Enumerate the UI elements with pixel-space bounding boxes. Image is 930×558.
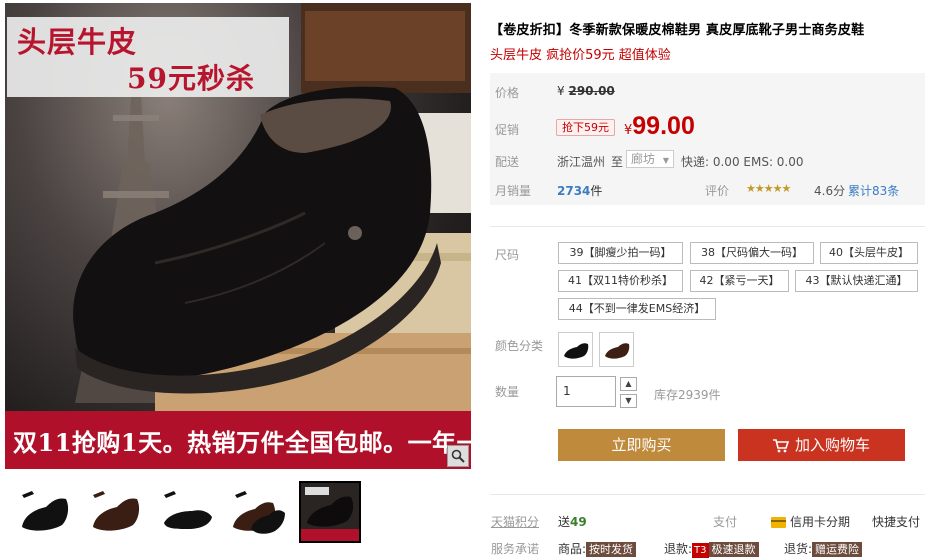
- zoom-icon[interactable]: [447, 445, 469, 467]
- service-return: 退货: 赠运费险: [784, 540, 863, 557]
- size-option-38[interactable]: 38【尺码偏大一码】: [690, 242, 814, 264]
- destination-select[interactable]: 廊坊 ▼: [626, 150, 674, 168]
- quantity-input[interactable]: 1: [556, 376, 616, 407]
- points-prefix: 送: [558, 515, 571, 529]
- credit-card-label: 信用卡分期: [790, 515, 851, 529]
- size-option-40[interactable]: 40【头层牛皮】: [820, 242, 918, 264]
- return-label: 退货:: [784, 542, 813, 556]
- shipping-from: 浙江温州: [557, 155, 606, 169]
- cart-icon: [772, 438, 789, 452]
- quantity-label: 数量: [495, 385, 520, 399]
- refund-label: 退款:: [664, 542, 693, 556]
- rating-value: 4.6分: [814, 184, 846, 198]
- product-info: 【卷皮折扣】冬季新款保暖皮棉鞋男 真皮厚底靴子男士商务皮鞋 头层牛皮 疯抢价59…: [490, 0, 930, 558]
- points-info: 送49: [558, 513, 587, 530]
- service-refund: 退款: T3 极速退款: [664, 540, 759, 558]
- price-label: 价格: [495, 86, 520, 100]
- shipping-fees: 快递: 0.00 EMS: 0.00: [681, 155, 804, 169]
- black-shoe-swatch-icon: [563, 342, 588, 359]
- refund-badge: T3: [692, 543, 709, 558]
- thumbnail-1[interactable]: [15, 481, 77, 543]
- promo-banner: 双11抢购1天。热销万件全国包邮。一年一次: [5, 411, 471, 469]
- monthly-sales-label: 月销量: [495, 184, 532, 198]
- promo-overlay: 头层牛皮 59元秒杀: [7, 17, 289, 97]
- monthly-sales-count: 2734: [557, 184, 591, 198]
- goods-label: 商品:: [558, 542, 587, 556]
- quantity-decrease-icon[interactable]: ▼: [620, 394, 637, 408]
- points-label[interactable]: 天猫积分: [491, 513, 539, 530]
- color-label: 颜色分类: [495, 339, 544, 353]
- shipping-label: 配送: [495, 155, 520, 169]
- divider: [490, 226, 925, 227]
- service-goods: 商品: 按时发货: [558, 540, 637, 557]
- thumbnail-5[interactable]: [299, 481, 361, 543]
- credit-card-installment[interactable]: 信用卡分期: [771, 513, 850, 530]
- goods-tag: 按时发货: [586, 542, 637, 557]
- color-option-brown[interactable]: [599, 332, 634, 367]
- divider: [490, 494, 925, 495]
- main-product-image[interactable]: 头层牛皮 59元秒杀 双11抢购1天。热销万件全国包邮。一年一次: [5, 3, 471, 469]
- size-option-44[interactable]: 44【不到一律发EMS经济】: [558, 298, 716, 320]
- chevron-down-icon: ▼: [662, 156, 669, 165]
- promo-line-1: 头层牛皮: [17, 25, 138, 59]
- quantity-increase-icon[interactable]: ▲: [620, 377, 637, 391]
- rating-label: 评价: [705, 184, 730, 198]
- current-price-value: 99.00: [632, 112, 695, 140]
- original-price: ¥ 290.00: [557, 84, 615, 98]
- monthly-sales-unit: 件: [590, 184, 603, 198]
- service-label: 服务承诺: [491, 542, 540, 556]
- destination-value: 廊坊: [631, 152, 656, 166]
- rating-stars: ★★★★★: [746, 182, 791, 195]
- size-option-41[interactable]: 41【双11特价秒杀】: [558, 270, 683, 292]
- refund-tag: 极速退款: [708, 542, 759, 557]
- credit-card-icon: [771, 517, 786, 528]
- stock-count: 库存2939件: [654, 388, 721, 402]
- promo-line-2: 59元秒杀: [127, 62, 255, 95]
- price-panel: 价格 ¥ 290.00 促销 抢下59元 ¥99.00 配送 浙江温州 至 廊坊…: [490, 73, 925, 205]
- currency-symbol: ¥: [557, 84, 565, 98]
- discount-tag: 抢下59元: [556, 119, 615, 136]
- size-label: 尺码: [495, 248, 520, 262]
- thumbnail-2[interactable]: [86, 481, 148, 543]
- size-option-42[interactable]: 42【紧亏一天】: [690, 270, 789, 292]
- size-option-39[interactable]: 39【脚瘦少拍一码】: [558, 242, 683, 264]
- add-to-cart-button[interactable]: 加入购物车: [738, 429, 905, 461]
- points-value: 49: [570, 515, 587, 529]
- promo-label: 促销: [495, 123, 520, 137]
- return-tag: 赠运费险: [812, 542, 863, 557]
- color-option-black[interactable]: [558, 332, 593, 367]
- buy-now-button[interactable]: 立即购买: [558, 429, 725, 461]
- current-price: ¥99.00: [624, 112, 695, 141]
- thumbnail-strip: [15, 481, 471, 547]
- product-subtitle: 头层牛皮 疯抢价59元 超值体验: [490, 48, 671, 63]
- add-to-cart-label: 加入购物车: [794, 436, 870, 454]
- thumbnail-4[interactable]: [228, 481, 290, 543]
- shipping-to-word: 至: [611, 155, 624, 169]
- size-option-43[interactable]: 43【默认快递汇通】: [795, 270, 918, 292]
- product-title: 【卷皮折扣】冬季新款保暖皮棉鞋男 真皮厚底靴子男士商务皮鞋: [490, 23, 865, 38]
- review-total-link[interactable]: 累计83条: [848, 182, 899, 199]
- monthly-sales: 2734件: [557, 182, 602, 199]
- original-price-value: 290.00: [568, 84, 615, 98]
- brown-shoe-swatch-icon: [604, 342, 629, 359]
- promo-banner-text: 双11抢购1天。热销万件全国包邮。一年一次: [13, 428, 471, 457]
- product-gallery: 头层牛皮 59元秒杀 双11抢购1天。热销万件全国包邮。一年一次: [5, 3, 471, 558]
- pay-label: 支付: [713, 515, 738, 529]
- express-pay[interactable]: 快捷支付: [872, 513, 920, 530]
- thumbnail-3[interactable]: [157, 481, 219, 543]
